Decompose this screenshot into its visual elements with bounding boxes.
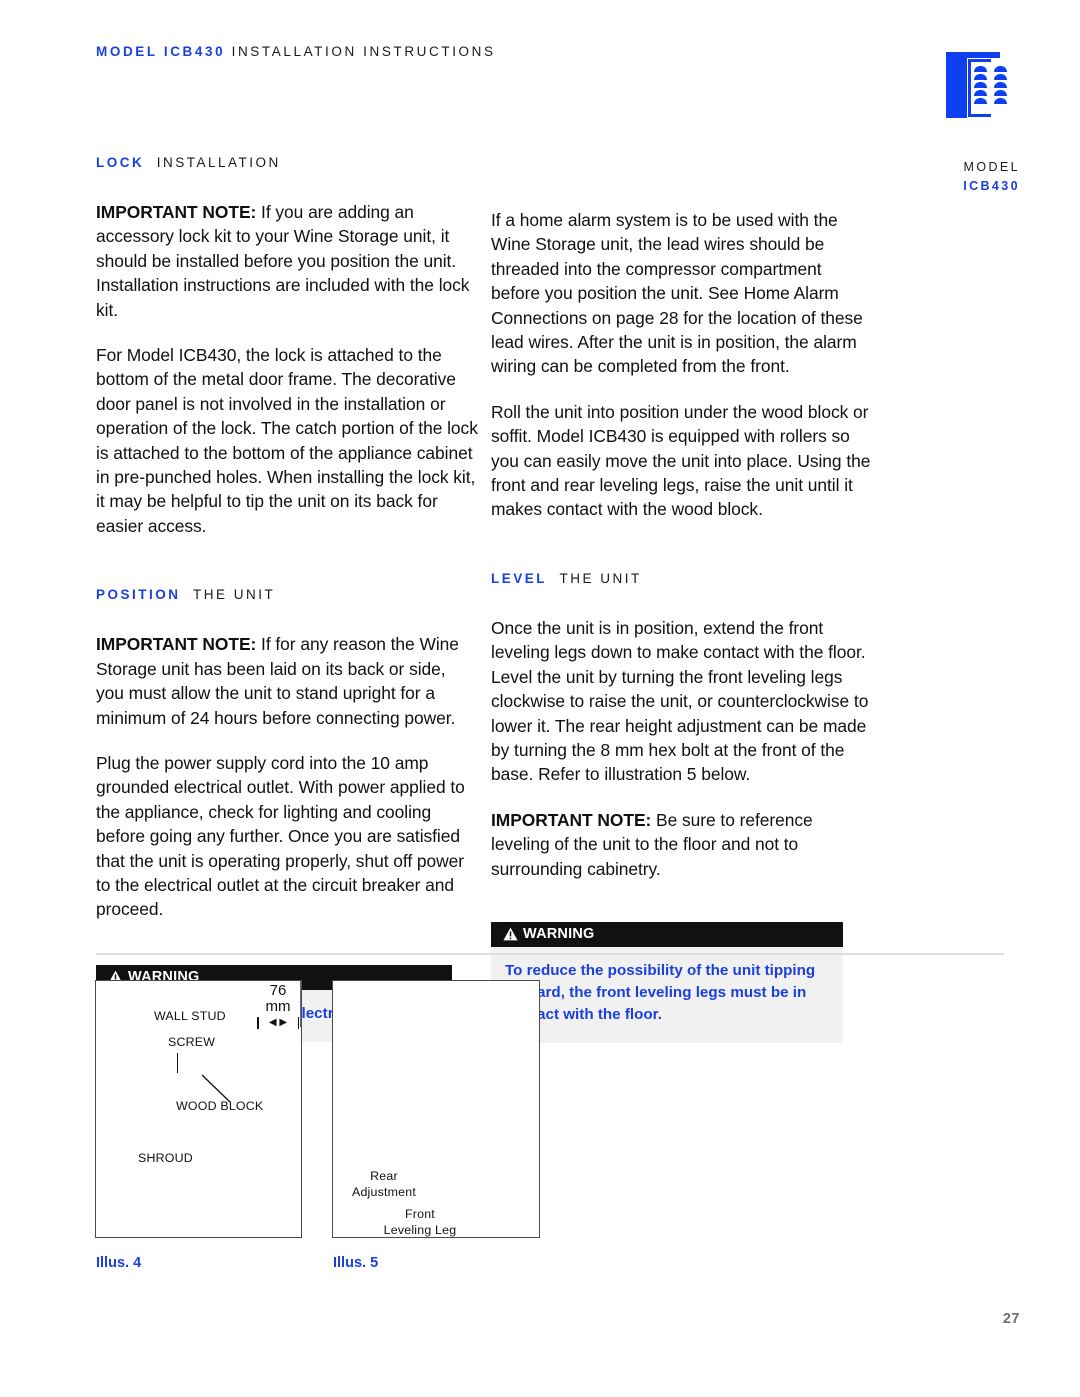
dimension-side-rule (299, 981, 301, 1027)
warning-text: To reduce the possibility of the unit ti… (505, 961, 816, 1023)
illustration-4: 76 mm ◀ ▶ WALL STUD SCREW WOOD BLOCK SHR… (95, 980, 302, 1238)
warning-bar-label: WARNING (523, 925, 595, 942)
paragraph-text: Plug the power supply cord into the 10 a… (96, 752, 465, 920)
warning-body: To reduce the possibility of the unit ti… (491, 946, 843, 1043)
page-number: 27 (1002, 1311, 1020, 1327)
illus4-label-wood-block: WOOD BLOCK (176, 1099, 264, 1113)
illustration-5: Rear Adjustment Front Leveling Leg (332, 980, 540, 1238)
paragraph-level-important-note: IMPORTANT NOTE: Be sure to reference lev… (491, 808, 873, 881)
bottle-icon (974, 66, 987, 72)
dimension-arrow-row: ◀ ▶ (257, 1017, 299, 1029)
section-heading-accent: POSITION (96, 587, 181, 603)
logo-base-line (971, 106, 1011, 108)
bottle-icon (974, 90, 987, 96)
section-heading-rest: THE UNIT (559, 570, 642, 586)
illustration-4-caption: Illus. 4 (96, 1255, 142, 1271)
bottle-icon (994, 98, 1007, 104)
running-head: MODEL ICB430 INSTALLATION INSTRUCTIONS (96, 44, 496, 59)
section-heading-rest: INSTALLATION (156, 155, 281, 170)
warning-triangle-icon (503, 927, 518, 941)
bottle-icon (994, 74, 1007, 80)
warning-bar: WARNING (491, 921, 843, 947)
lead-in-important-note: IMPORTANT NOTE: (491, 809, 652, 830)
section-heading-accent: LEVEL (491, 570, 548, 586)
warning-box-tipping-forward: WARNING To reduce the possibility of the… (491, 921, 843, 1043)
running-head-model: MODEL ICB430 (96, 44, 226, 59)
section-heading-position-the-unit: POSITION THE UNIT (96, 587, 478, 602)
illus4-label-screw: SCREW (168, 1035, 216, 1049)
illus5-label-front-line1: Front (405, 1207, 435, 1221)
paragraph-lock-details: For Model ICB430, the lock is attached t… (96, 343, 478, 538)
paragraph-lock-important-note: IMPORTANT NOTE: If you are adding an acc… (96, 200, 478, 322)
paragraph-roll-unit: Roll the unit into position under the wo… (491, 400, 873, 522)
logo-bottle-column-right (992, 66, 1010, 106)
section-heading-lock-installation: LOCK INSTALLATION (96, 155, 478, 170)
paragraph-position-important-note: IMPORTANT NOTE: If for any reason the Wi… (96, 632, 478, 730)
illustration-5-caption: Illus. 5 (333, 1255, 379, 1271)
section-heading-rest: THE UNIT (193, 587, 276, 603)
wine-storage-unit-logo (946, 52, 1020, 130)
paragraph-text: For Model ICB430, the lock is attached t… (96, 345, 478, 536)
lead-in-important-note: IMPORTANT NOTE: (96, 202, 257, 222)
bottle-icon (994, 90, 1007, 96)
bottle-icon (974, 82, 987, 88)
illus4-label-wall-stud: WALL STUD (154, 1009, 226, 1023)
running-head-title: INSTALLATION INSTRUCTIONS (231, 44, 496, 59)
illus4-label-shroud: SHROUD (138, 1151, 193, 1165)
section-heading-accent: LOCK (96, 155, 145, 170)
paragraph-power-supply: Plug the power supply cord into the 10 a… (96, 751, 478, 922)
illus5-label-rear-line2: Adjustment (352, 1185, 416, 1199)
paragraph-text: Once the unit is in position, extend the… (491, 617, 869, 785)
dimension-arrows: ◀ ▶ (268, 1017, 288, 1028)
logo-bottle-column-left (972, 66, 990, 106)
bottle-icon (994, 82, 1007, 88)
paragraph-text: If a home alarm system is to be used wit… (491, 210, 863, 377)
bottle-icon (994, 66, 1007, 72)
paragraph-text: Roll the unit into position under the wo… (491, 401, 871, 520)
lead-in-important-note: IMPORTANT NOTE: (96, 634, 257, 655)
bottle-icon (974, 98, 987, 104)
document-page: MODEL ICB430 INSTALLATION INSTRUCTIONS M… (0, 0, 1080, 1397)
right-column: If a home alarm system is to be used wit… (491, 155, 873, 1043)
paragraph-leveling-instructions: Once the unit is in position, extend the… (491, 616, 873, 787)
illus5-label-front-line2: Leveling Leg (383, 1223, 457, 1237)
section-heading-level-the-unit: LEVEL THE UNIT (491, 571, 873, 586)
illus5-label-rear-line1: Rear (370, 1169, 398, 1183)
horizontal-divider (96, 953, 1004, 955)
dimension-value: 76 (269, 982, 287, 999)
bottle-icon (974, 74, 987, 80)
dimension-tick-right (297, 1017, 299, 1029)
dimension-76mm: 76 mm ◀ ▶ (257, 983, 299, 1029)
paragraph-home-alarm: If a home alarm system is to be used wit… (491, 208, 873, 379)
left-column: LOCK INSTALLATION IMPORTANT NOTE: If you… (96, 155, 478, 1042)
illus4-leader-screw (177, 1053, 179, 1073)
dimension-unit: mm (265, 998, 291, 1015)
